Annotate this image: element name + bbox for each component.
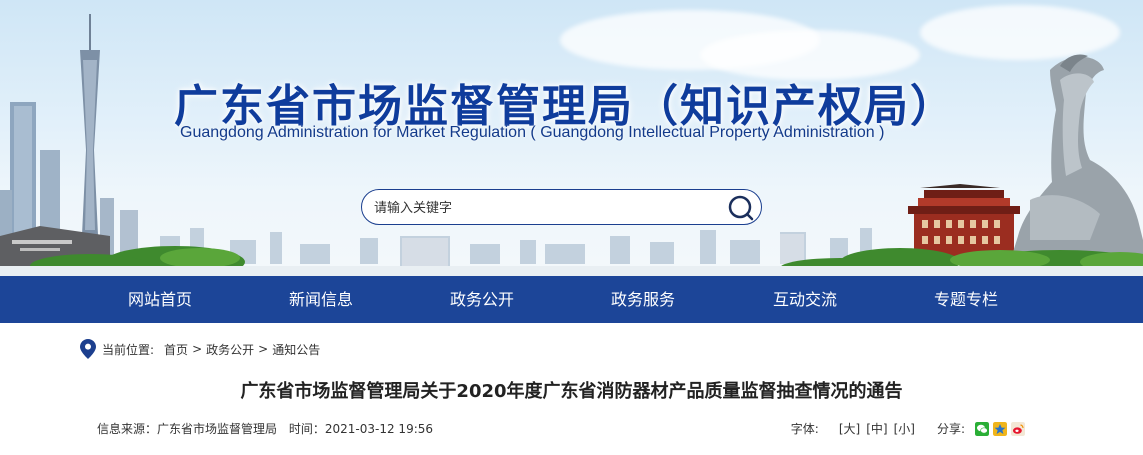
main-nav: 网站首页 新闻信息 政务公开 政务服务 互动交流 专题专栏 — [0, 276, 1143, 323]
time-label: 时间： — [288, 422, 325, 436]
breadcrumb-notices[interactable]: 通知公告 — [272, 341, 320, 358]
nav-item-government-affairs[interactable]: 政务公开 — [427, 276, 537, 323]
weibo-icon[interactable] — [1011, 421, 1025, 436]
breadcrumb-separator: > — [192, 342, 203, 356]
article-tools: 字体: [大] [中] [小] 分享: — [791, 420, 1025, 437]
nav-item-special-topics[interactable]: 专题专栏 — [911, 276, 1021, 323]
breadcrumb-prefix: 当前位置: — [102, 342, 155, 357]
time-value: 2021-03-12 19:56 — [324, 422, 434, 436]
breadcrumb-separator: > — [258, 342, 269, 356]
search-input[interactable] — [374, 198, 714, 218]
font-size-medium-button[interactable]: [中] — [866, 420, 887, 437]
search-box — [361, 189, 762, 225]
location-pin-icon — [80, 339, 96, 359]
share-label: 分享: — [936, 422, 965, 436]
breadcrumb-government-affairs[interactable]: 政务公开 — [206, 341, 254, 358]
qzone-icon[interactable] — [993, 421, 1007, 436]
nav-item-interaction[interactable]: 互动交流 — [750, 276, 860, 323]
source-label: 信息来源： — [97, 422, 158, 436]
breadcrumb: 当前位置: 首页 > 政务公开 > 通知公告 — [80, 338, 320, 360]
search-icon — [728, 195, 754, 221]
header-banner: 广东省市场监督管理局（知识产权局） Guangdong Administrati… — [0, 0, 1143, 276]
source-value: 广东省市场监督管理局 — [157, 422, 278, 436]
font-size-large-button[interactable]: [大] — [839, 420, 860, 437]
wechat-icon[interactable] — [975, 421, 989, 436]
nav-item-news[interactable]: 新闻信息 — [266, 276, 376, 323]
breadcrumb-home[interactable]: 首页 — [164, 341, 188, 358]
nav-item-government-services[interactable]: 政务服务 — [588, 276, 698, 323]
article-meta: 信息来源：广东省市场监督管理局 时间：2021-03-12 19:56 — [97, 420, 441, 437]
nav-item-home[interactable]: 网站首页 — [105, 276, 215, 323]
font-size-label: 字体: — [790, 422, 819, 436]
font-size-small-button[interactable]: [小] — [894, 420, 915, 437]
article-title: 广东省市场监督管理局关于2020年度广东省消防器材产品质量监督抽查情况的通告 — [240, 381, 903, 402]
org-name-en: Guangdong Administration for Market Regu… — [180, 124, 885, 141]
search-button[interactable] — [727, 194, 755, 222]
